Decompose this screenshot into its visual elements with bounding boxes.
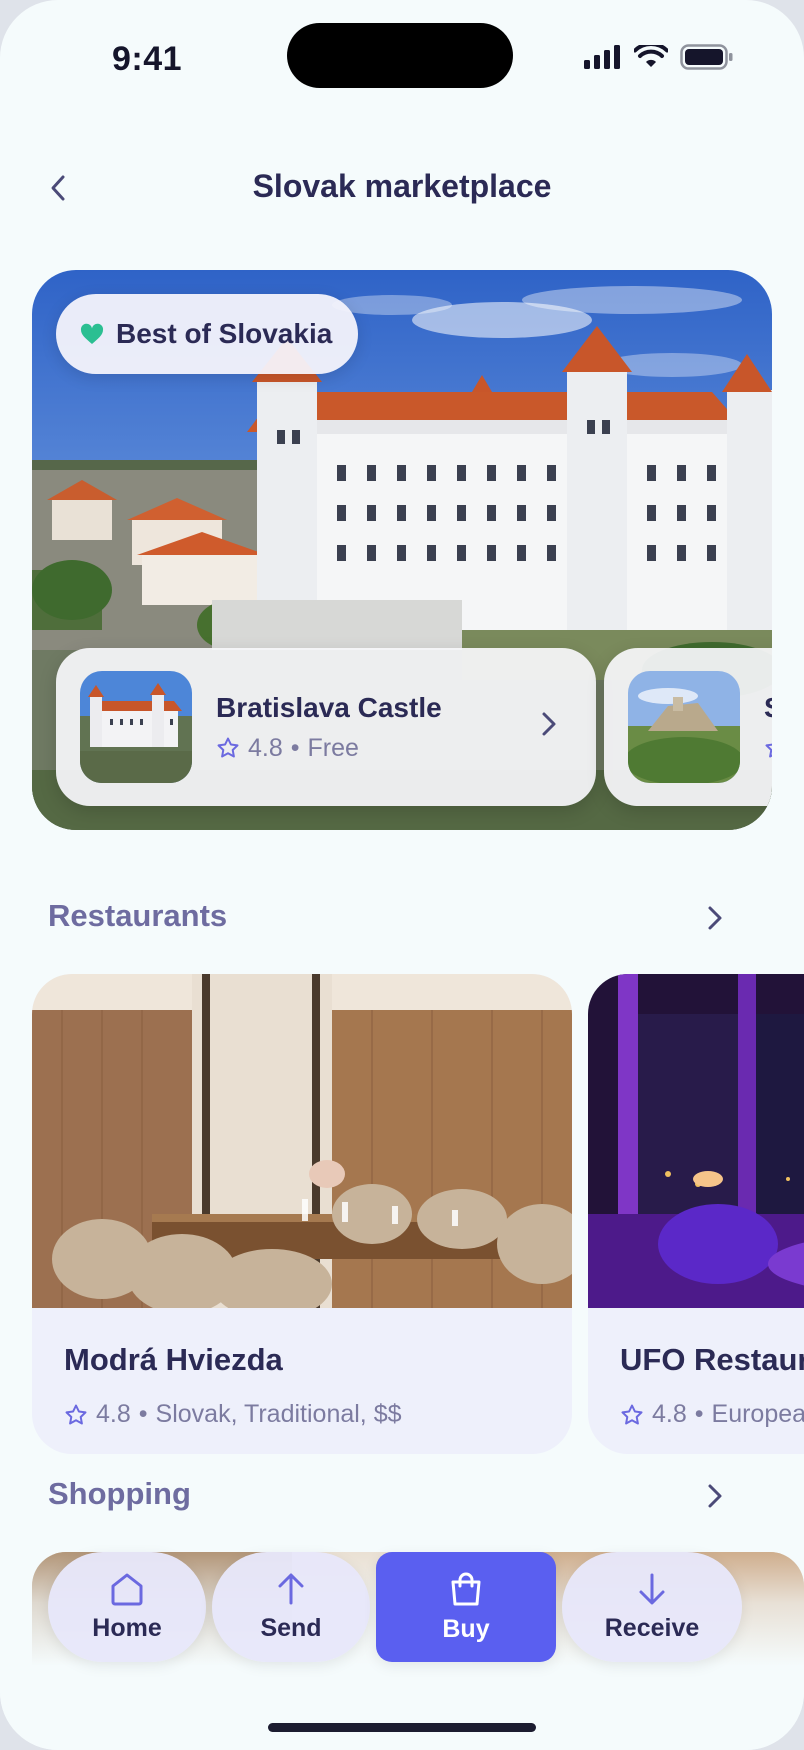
star-icon (621, 1404, 643, 1424)
phone-screen: 9:41 Slovak marketplace Best of Slovakia… (0, 0, 804, 1750)
restaurant-name: Modrá Hviezda (64, 1342, 283, 1377)
restaurant-tags: European, $$$ (711, 1400, 804, 1428)
arrow-down-icon (639, 1573, 665, 1604)
place-rating: 4.8 (248, 733, 283, 762)
meta-dot: • (138, 1400, 148, 1428)
tab-send[interactable]: Send (212, 1552, 370, 1662)
restaurant-meta: 4.8 • Slovak, Traditional, $$ (64, 1400, 402, 1429)
chevron-right-icon (542, 712, 556, 736)
restaurant-rating: 4.8 (652, 1400, 687, 1428)
tab-send-label: Send (260, 1613, 322, 1642)
status-icons (584, 44, 734, 70)
restaurants-see-all-chevron-icon[interactable] (706, 904, 724, 932)
home-indicator[interactable] (268, 1723, 536, 1732)
restaurant-name: UFO Restaurant (620, 1342, 804, 1377)
status-time: 9:41 (112, 40, 183, 78)
place-card-bratislava-castle[interactable]: Bratislava Castle 4.8 • Free (56, 648, 596, 806)
arrow-up-icon (278, 1573, 304, 1604)
star-icon (217, 737, 239, 758)
restaurant-photo (588, 974, 804, 1308)
tab-buy[interactable]: Buy (376, 1552, 556, 1662)
tab-receive[interactable]: Receive (562, 1552, 742, 1662)
section-title-restaurants: Restaurants (48, 898, 228, 933)
place-card-next[interactable]: S 4 (604, 648, 772, 806)
place-thumbnail (80, 671, 192, 783)
star-icon (765, 743, 772, 758)
page-title: Slovak marketplace (252, 168, 552, 204)
restaurant-card-modra-hviezda[interactable]: Modrá Hviezda 4.8 • Slovak, Traditional,… (32, 974, 572, 1454)
badge-label: Best of Slovakia (116, 318, 333, 349)
place-price: Free (307, 733, 359, 762)
place-thumbnail (628, 671, 740, 783)
restaurant-rating: 4.8 (96, 1400, 131, 1428)
tab-home[interactable]: Home (48, 1552, 206, 1662)
featured-hero-banner[interactable]: Best of Slovakia Bratislava Castle 4.8 •… (32, 270, 772, 830)
heart-icon (80, 323, 104, 344)
place-meta: 4 (764, 734, 772, 763)
place-name: S (764, 692, 772, 724)
tab-buy-label: Buy (442, 1614, 490, 1643)
shopping-see-all-chevron-icon[interactable] (706, 1482, 724, 1510)
place-meta: 4.8 • Free (216, 734, 442, 763)
wifi-icon (634, 45, 668, 67)
meta-dot: • (694, 1400, 704, 1428)
shopping-bag-icon (451, 1572, 481, 1605)
section-title-shopping: Shopping (48, 1476, 191, 1511)
restaurant-card-ufo[interactable]: UFO Restaurant 4.8 • European, $$$ (588, 974, 804, 1454)
best-of-slovakia-badge: Best of Slovakia (56, 294, 359, 374)
place-name: Bratislava Castle (216, 691, 442, 723)
tab-receive-label: Receive (604, 1613, 700, 1642)
signal-icon (584, 45, 620, 69)
home-icon (111, 1573, 143, 1605)
star-icon (65, 1404, 87, 1424)
restaurant-meta: 4.8 • European, $$$ (620, 1400, 804, 1429)
battery-icon (680, 44, 733, 70)
bottom-tab-bar: Home Send Buy Receive (48, 1552, 742, 1662)
dynamic-island (287, 23, 513, 88)
meta-dot: • (290, 733, 300, 762)
tab-home-label: Home (92, 1613, 162, 1642)
restaurant-tags: Slovak, Traditional, $$ (155, 1400, 402, 1428)
restaurant-photo (32, 974, 572, 1319)
